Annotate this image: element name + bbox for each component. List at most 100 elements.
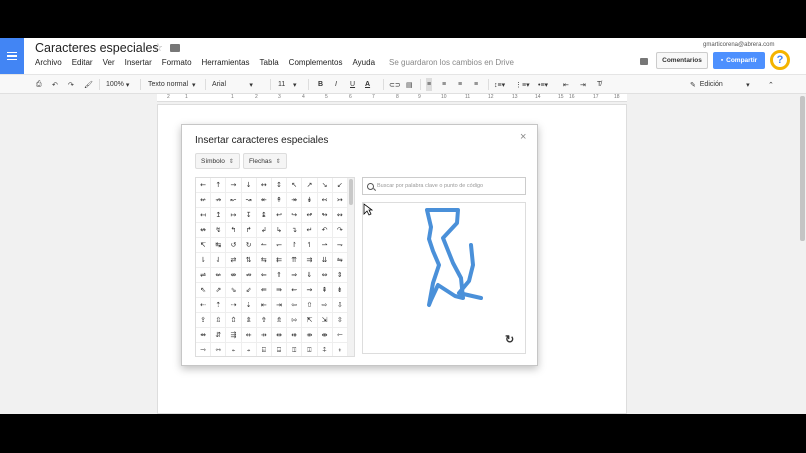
symbol-cell[interactable]: ⇬	[226, 313, 242, 328]
align-right-icon[interactable]: ≡	[458, 78, 462, 91]
increase-indent-icon[interactable]: ⇥	[580, 78, 586, 91]
symbol-cell[interactable]: ⇸	[256, 328, 272, 343]
editing-mode-select[interactable]: ✎ Edición ▾	[690, 78, 750, 91]
paint-format-icon[interactable]: 🖌	[84, 78, 93, 91]
size-select[interactable]: 11 ▾	[278, 78, 297, 91]
symbol-cell[interactable]: ⇚	[256, 283, 272, 298]
save-status[interactable]: Se guardaron los cambios en Drive	[389, 58, 514, 67]
symbol-cell[interactable]: ↟	[271, 193, 288, 208]
align-justify-icon[interactable]: ≡	[474, 78, 478, 91]
symbol-cell[interactable]: ↪	[287, 208, 303, 223]
symbol-cell[interactable]: ⇫	[211, 313, 227, 328]
symbol-cell[interactable]: ↰	[226, 223, 242, 238]
menu-complementos[interactable]: Complementos	[289, 58, 343, 67]
menu-insertar[interactable]: Insertar	[125, 58, 152, 67]
symbol-cell[interactable]: ⇜	[287, 283, 303, 298]
symbol-cell[interactable]: ⇏	[241, 268, 257, 283]
symbol-cell[interactable]: ⇨	[317, 298, 333, 313]
italic-button[interactable]: I	[335, 78, 337, 91]
symbol-cell[interactable]: ⍖	[333, 343, 348, 356]
symbol-cell[interactable]: ⇀	[317, 238, 333, 253]
symbol-cell[interactable]: ↕	[271, 178, 288, 193]
symbol-cell[interactable]: ⍐	[287, 343, 303, 356]
menu-herramientas[interactable]: Herramientas	[202, 58, 250, 67]
folder-icon[interactable]	[170, 44, 180, 52]
symbol-cell[interactable]: ↳	[271, 223, 288, 238]
symbol-cell[interactable]: ⇉	[302, 253, 318, 268]
symbol-cell[interactable]: ⇹	[271, 328, 288, 343]
decrease-indent-icon[interactable]: ⇤	[563, 78, 569, 91]
symbol-cell[interactable]: ⇞	[317, 283, 333, 298]
symbol-cell[interactable]: ↚	[196, 193, 212, 208]
symbol-cell[interactable]: ↢	[317, 193, 333, 208]
undo-icon[interactable]: ↶	[52, 78, 58, 91]
symbol-cell[interactable]: ⇕	[332, 268, 348, 283]
symbol-cell[interactable]: ←	[196, 178, 212, 193]
symbol-cell[interactable]: ⇟	[332, 283, 348, 298]
symbol-cell[interactable]: ↭	[332, 208, 348, 223]
symbol-cell[interactable]: ⇶	[226, 328, 242, 343]
symbol-cell[interactable]: ⇆	[256, 253, 272, 268]
grid-scrollbar[interactable]	[348, 178, 354, 356]
symbol-cell[interactable]: ⇓	[302, 268, 318, 283]
subcategory-dropdown[interactable]: Flechas ⇕	[243, 153, 287, 169]
symbol-cell[interactable]: ⇝	[302, 283, 318, 298]
symbol-cell[interactable]: ⇛	[271, 283, 288, 298]
numbered-list-icon[interactable]: ⋮≡▾	[515, 78, 530, 91]
symbol-cell[interactable]: ⇡	[211, 298, 227, 313]
symbol-cell[interactable]: ⇼	[317, 328, 333, 343]
menu-ayuda[interactable]: Ayuda	[352, 58, 375, 67]
symbol-cell[interactable]: ↔	[256, 178, 272, 193]
symbol-cell[interactable]: ↨	[256, 208, 272, 223]
symbol-cell[interactable]: ⇢	[226, 298, 242, 313]
symbol-cell[interactable]: ⇾	[196, 343, 212, 356]
symbol-cell[interactable]: ↙	[332, 178, 348, 193]
menu-tabla[interactable]: Tabla	[260, 58, 279, 67]
comment-icon[interactable]: ▤	[406, 78, 413, 91]
symbol-cell[interactable]: ⇊	[317, 253, 333, 268]
underline-button[interactable]: U	[350, 78, 355, 91]
symbol-cell[interactable]: ⇺	[287, 328, 303, 343]
symbol-cell[interactable]: ↣	[332, 193, 348, 208]
symbol-cell[interactable]: ⇌	[196, 268, 212, 283]
symbol-cell[interactable]: ↡	[302, 193, 318, 208]
line-spacing-icon[interactable]: ↕≡▾	[494, 78, 505, 91]
symbol-cell[interactable]: ↧	[241, 208, 257, 223]
symbol-cell[interactable]: ⇱	[302, 313, 318, 328]
symbol-cell[interactable]: ↖	[287, 178, 303, 193]
symbol-cell[interactable]: ⍈	[272, 343, 288, 356]
comments-button[interactable]: Comentarios	[656, 52, 708, 69]
symbol-cell[interactable]: ↴	[287, 223, 303, 238]
symbol-cell[interactable]: ↝	[241, 193, 257, 208]
symbol-cell[interactable]: ⇗	[211, 283, 227, 298]
symbol-cell[interactable]: ⍇	[257, 343, 272, 356]
symbol-cell[interactable]: ↷	[332, 223, 348, 238]
docs-logo-icon[interactable]	[0, 38, 24, 74]
symbol-cell[interactable]: ↤	[196, 208, 212, 223]
symbol-cell[interactable]: ⇲	[317, 313, 333, 328]
symbol-cell[interactable]: ⇠	[196, 298, 212, 313]
symbol-cell[interactable]: ↼	[256, 238, 272, 253]
symbol-cell[interactable]: ↘	[317, 178, 333, 193]
symbol-cell[interactable]: ↞	[256, 193, 272, 208]
menu-editar[interactable]: Editar	[72, 58, 93, 67]
symbol-cell[interactable]: ⇄	[226, 253, 242, 268]
symbol-cell[interactable]: ⇴	[196, 328, 212, 343]
symbol-cell[interactable]: ↽	[271, 238, 288, 253]
drawing-canvas[interactable]: ↻	[362, 202, 526, 354]
symbol-cell[interactable]: ↺	[226, 238, 242, 253]
symbol-cell[interactable]: ⇍	[211, 268, 227, 283]
symbol-cell[interactable]: ↶	[317, 223, 333, 238]
symbol-cell[interactable]: ⇂	[196, 253, 212, 268]
symbol-cell[interactable]: ⇥	[271, 298, 288, 313]
symbol-cell[interactable]: ↾	[287, 238, 303, 253]
symbol-cell[interactable]: ⇻	[302, 328, 318, 343]
menu-formato[interactable]: Formato	[162, 58, 192, 67]
zoom-select[interactable]: 100% ▾	[106, 78, 129, 91]
star-icon[interactable]: ☆	[153, 41, 163, 54]
symbol-cell[interactable]: ↠	[287, 193, 303, 208]
symbol-cell[interactable]: ⇑	[271, 268, 288, 283]
bulleted-list-icon[interactable]: •≡▾	[538, 78, 548, 91]
symbol-cell[interactable]: ⍏	[318, 343, 333, 356]
undo-drawing-icon[interactable]: ↻	[505, 333, 514, 346]
